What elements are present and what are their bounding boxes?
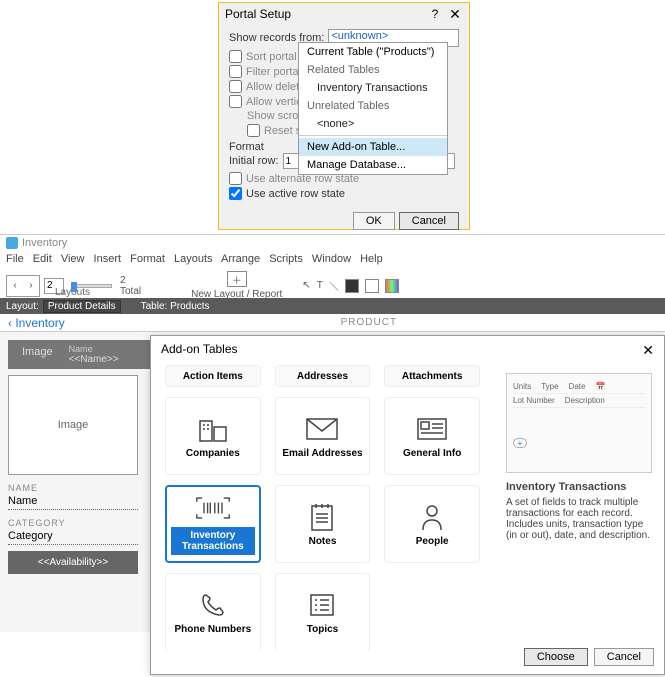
allow-vertical-checkbox[interactable] (229, 95, 242, 108)
menu-window[interactable]: Window (312, 253, 351, 265)
menu-view[interactable]: View (61, 253, 85, 265)
tile-phone[interactable]: Phone Numbers (165, 573, 261, 650)
image-header: Image (16, 344, 59, 365)
menu-edit[interactable]: Edit (33, 253, 52, 265)
tile-companies[interactable]: Companies (165, 397, 261, 475)
email-icon (304, 414, 340, 444)
back-link[interactable]: ‹ Inventory (0, 316, 73, 330)
alt-row-checkbox[interactable] (229, 172, 242, 185)
close-icon[interactable]: ✕ (447, 6, 463, 23)
tile-general-info[interactable]: General Info (384, 397, 480, 475)
line-tool-icon[interactable]: ＼ (329, 278, 339, 293)
availability-button[interactable]: <<Availability>> (8, 551, 138, 574)
app-title: Inventory (0, 235, 665, 251)
preview-thumbnail: UnitsTypeDate📅 Lot NumberDescription + (506, 373, 652, 473)
tile-notes[interactable]: Notes (275, 485, 371, 563)
tile-attachments[interactable]: Attachments (384, 365, 480, 387)
ok-button[interactable]: OK (353, 212, 395, 230)
addon-close-icon[interactable]: ✕ (642, 342, 654, 359)
companies-icon (195, 414, 231, 444)
header-center: PRODUCT (73, 317, 665, 328)
new-layout-label[interactable]: New Layout / Report (191, 289, 282, 300)
preview-description: A set of fields to track multiple transa… (506, 497, 652, 541)
record-slider[interactable] (72, 284, 112, 288)
image-placeholder[interactable]: Image (8, 375, 138, 475)
people-icon (414, 502, 450, 532)
menu-layouts[interactable]: Layouts (174, 253, 213, 265)
portal-titlebar: Portal Setup ? ✕ (219, 3, 469, 25)
addon-preview: UnitsTypeDate📅 Lot NumberDescription + I… (494, 365, 664, 650)
sort-checkbox[interactable] (229, 50, 242, 63)
name-field[interactable] (8, 493, 138, 510)
chart-tool-icon[interactable] (385, 279, 399, 293)
tile-action-items[interactable]: Action Items (165, 365, 261, 387)
record-count: 2 (120, 275, 141, 286)
addon-title: Add-on Tables (161, 342, 642, 359)
cancel-button[interactable]: Cancel (399, 212, 459, 230)
total-label: Total (120, 286, 141, 297)
addon-cancel-button[interactable]: Cancel (594, 648, 654, 666)
dropdown-current-table[interactable]: Current Table ("Products") (299, 43, 447, 61)
menu-arrange[interactable]: Arrange (221, 253, 260, 265)
dropdown-manage-db[interactable]: Manage Database... (299, 156, 447, 174)
help-icon[interactable]: ? (427, 7, 443, 21)
menu-format[interactable]: Format (130, 253, 165, 265)
divider (299, 135, 447, 136)
fill-tool-icon[interactable] (345, 279, 359, 293)
nav-prev-button[interactable]: ‹ (7, 276, 23, 296)
dropdown-related-header: Related Tables (299, 61, 447, 79)
layout-bar: Layout: Product Details Table: Products (0, 298, 665, 314)
inventory-header: ‹ Inventory PRODUCT (0, 314, 665, 332)
tile-people[interactable]: People (384, 485, 480, 563)
category-field[interactable] (8, 528, 138, 545)
table-label: Table: Products (141, 301, 210, 312)
portal-title: Portal Setup (225, 7, 427, 21)
barcode-icon (195, 493, 231, 523)
choose-button[interactable]: Choose (524, 648, 588, 666)
allow-delete-checkbox[interactable] (229, 80, 242, 93)
notes-icon (304, 502, 340, 532)
reset-scroll-checkbox[interactable] (247, 124, 260, 137)
menu-insert[interactable]: Insert (94, 253, 122, 265)
tile-topics[interactable]: Topics (275, 573, 371, 650)
nav-next-button[interactable]: › (23, 276, 39, 296)
info-icon (414, 414, 450, 444)
layout-select[interactable]: Product Details (43, 300, 121, 313)
menu-file[interactable]: File (6, 253, 24, 265)
active-row-checkbox[interactable] (229, 187, 242, 200)
dropdown-none[interactable]: <none> (299, 115, 447, 133)
dropdown-unrelated-header: Unrelated Tables (299, 97, 447, 115)
topics-icon (304, 590, 340, 620)
menu-help[interactable]: Help (360, 253, 383, 265)
dropdown-inventory-transactions[interactable]: Inventory Transactions (299, 79, 447, 97)
preview-title: Inventory Transactions (506, 481, 652, 493)
filter-checkbox[interactable] (229, 65, 242, 78)
pointer-tool-icon[interactable]: ↖ (302, 280, 310, 291)
menu-scripts[interactable]: Scripts (269, 253, 303, 265)
dropdown-new-addon[interactable]: New Add-on Table... (299, 138, 447, 156)
records-dropdown: Current Table ("Products") Related Table… (298, 42, 448, 175)
tile-inventory-transactions[interactable]: Inventory Transactions (165, 485, 261, 563)
nav-buttons: ‹ › (6, 275, 40, 297)
tile-email[interactable]: Email Addresses (275, 397, 371, 475)
tile-addresses[interactable]: Addresses (275, 365, 371, 387)
menu-bar: File Edit View Insert Format Layouts Arr… (0, 251, 665, 267)
addon-dialog: Add-on Tables ✕ Action Items Addresses A… (150, 335, 665, 675)
tool-icons: ↖ T ＼ (302, 278, 399, 293)
phone-icon (195, 590, 231, 620)
text-tool-icon[interactable]: T (317, 280, 323, 291)
rect-tool-icon[interactable] (365, 279, 379, 293)
